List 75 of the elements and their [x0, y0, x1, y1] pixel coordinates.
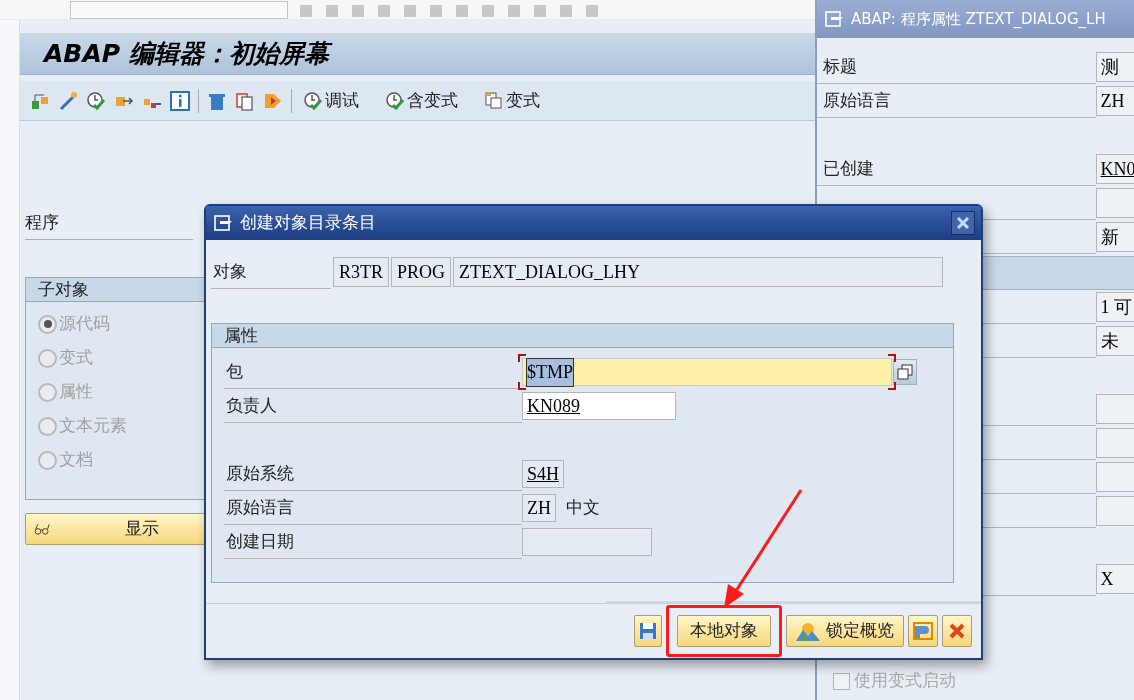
input-field[interactable]: X — [1095, 564, 1134, 594]
input-field[interactable]: ZH — [1095, 86, 1134, 116]
field-description: 中文 — [566, 496, 600, 520]
radio-label: 变式 — [59, 346, 93, 370]
field-label: 程序 — [25, 206, 193, 240]
field-label: 原始语言 — [823, 88, 891, 112]
value-help-button[interactable] — [893, 359, 917, 385]
close-icon — [948, 622, 966, 640]
checkbox[interactable] — [833, 672, 850, 690]
variant-icon[interactable] — [484, 90, 504, 111]
input-field[interactable]: 未 — [1095, 326, 1134, 356]
toolbar-button[interactable]: 变式 — [481, 87, 543, 114]
field-label: 负责人 — [224, 389, 522, 423]
input-field: R3TR — [333, 257, 389, 287]
radio-label: 文本元素 — [59, 414, 127, 438]
toolbar-button[interactable]: 含变式 — [382, 87, 461, 114]
input-field[interactable] — [1095, 428, 1134, 458]
clock-check-icon[interactable] — [86, 90, 106, 111]
field-label: 原始语言 — [224, 491, 522, 525]
copy-icon — [897, 364, 913, 380]
close-icon — [956, 216, 970, 230]
input-field[interactable]: $TMP — [522, 358, 892, 386]
clock-check-icon[interactable] — [385, 90, 405, 111]
group-title: 属性 — [224, 323, 258, 347]
cancel-button[interactable] — [942, 615, 972, 647]
copy-icon[interactable] — [235, 90, 255, 111]
magic-wand-icon[interactable] — [58, 90, 78, 111]
window-title: ABAP: 程序属性 ZTEXT_DIALOG_LH — [851, 8, 1106, 30]
input-field[interactable] — [1095, 188, 1134, 218]
field-label: 包 — [224, 355, 522, 389]
input-field[interactable] — [1095, 462, 1134, 492]
save-button[interactable] — [634, 615, 662, 647]
radio-label: 属性 — [59, 380, 93, 404]
close-button[interactable] — [951, 211, 975, 235]
window-icon — [825, 11, 845, 27]
transport-icon — [912, 620, 934, 642]
field-value: 未 — [1100, 329, 1119, 353]
dialog-title: 创建对象目录条目 — [240, 211, 377, 235]
input-field: ZTEXT_DIALOG_LHY — [453, 257, 944, 287]
input-field[interactable] — [522, 528, 652, 556]
input-field: PROG — [391, 257, 452, 287]
field-label: 标题 — [823, 54, 857, 78]
input-field[interactable]: 新 — [1095, 222, 1134, 252]
field-value: ZH — [527, 496, 551, 520]
local-object-button[interactable]: 本地对象 — [677, 615, 771, 647]
field-label: 对象 — [211, 255, 331, 289]
field-label: 原始系统 — [224, 457, 522, 491]
toolbar-button[interactable]: 调试 — [300, 87, 362, 114]
group-title: 子对象 — [38, 277, 89, 301]
input-field[interactable] — [1095, 394, 1134, 424]
field-value: S4H — [527, 462, 559, 486]
radio-label: 源代码 — [59, 312, 110, 336]
clock-check-icon[interactable] — [303, 90, 323, 111]
field-value: $TMP — [527, 358, 573, 386]
landscape-icon — [796, 621, 820, 641]
input-field[interactable]: 测 — [1095, 52, 1134, 82]
field-value: 测 — [1100, 55, 1119, 79]
field-value: KN089 — [527, 394, 580, 418]
lock-overview-button[interactable]: 锁定概览 — [786, 615, 904, 647]
field-label: 创建日期 — [224, 525, 522, 559]
input-field[interactable]: ZH — [522, 494, 556, 522]
window-icon — [214, 215, 234, 231]
input-field[interactable] — [1095, 496, 1134, 526]
field-value: 新 — [1100, 225, 1119, 249]
info-icon[interactable] — [170, 90, 190, 111]
focus-brackets-icon — [518, 354, 896, 390]
input-field[interactable]: KN089 — [522, 392, 676, 420]
save-icon — [638, 621, 658, 641]
field-value: ZH — [1100, 89, 1125, 113]
input-field[interactable]: S4H — [522, 460, 564, 488]
transport-button[interactable] — [908, 615, 938, 647]
field-value: X — [1100, 567, 1114, 591]
checkbox-label: 使用变式启动 — [854, 669, 956, 693]
radio-label: 文档 — [59, 448, 93, 472]
field-label: 已创建 — [823, 156, 874, 180]
